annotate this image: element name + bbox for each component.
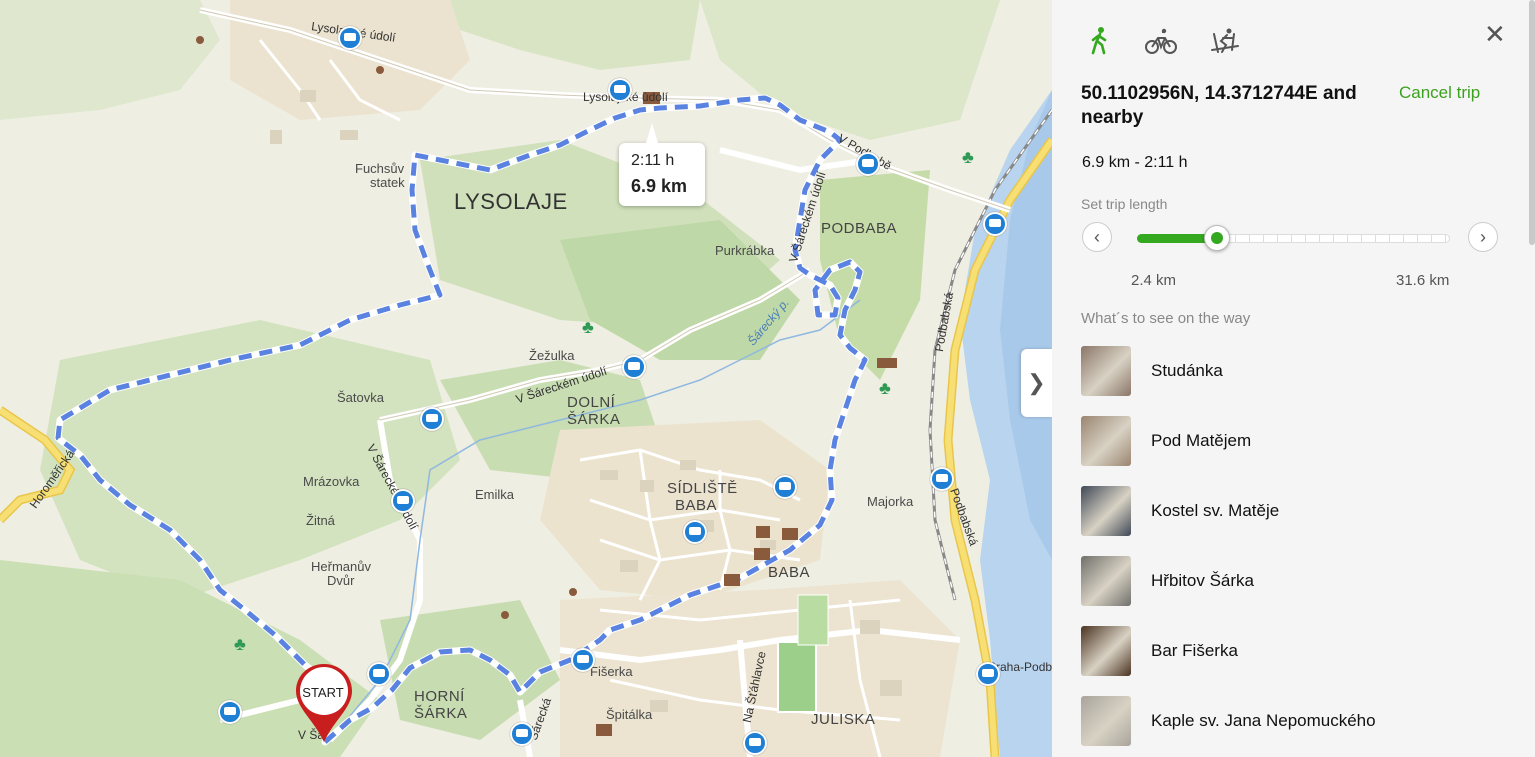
place-thumbnail: [1081, 416, 1131, 466]
poi-label-spitalka: Špitálka: [606, 707, 653, 722]
trip-summary: 6.9 km - 2:11 h: [1082, 154, 1188, 171]
ski-mode-button[interactable]: [1208, 26, 1240, 56]
place-label-dolni-sarka-2: ŠÁRKA: [567, 411, 621, 428]
place-label-lysolaje: LYSOLAJE: [454, 189, 568, 214]
place-thumbnail: [1081, 626, 1131, 676]
clover-icon[interactable]: ♣: [962, 148, 974, 166]
bus-stop-icon[interactable]: [218, 700, 242, 724]
place-label-sidliste-baba: SÍDLIŠTĚ: [667, 480, 738, 497]
close-icon: ✕: [1484, 19, 1506, 49]
place-label-dolni-sarka: DOLNÍ: [567, 394, 616, 411]
poi-label-emilka: Emilka: [475, 487, 515, 502]
walk-mode-button[interactable]: [1084, 26, 1116, 56]
tooltip-distance: 6.9 km: [631, 176, 688, 196]
place-name: Studánka: [1151, 361, 1223, 380]
start-pin-icon: [296, 664, 352, 742]
poi-label-satovka: Šatovka: [337, 390, 384, 405]
bus-stop-icon[interactable]: [683, 520, 707, 544]
slider-min-label: 2.4 km: [1131, 272, 1177, 289]
place-thumbnail: [1081, 556, 1131, 606]
bus-stop-icon[interactable]: [743, 731, 767, 755]
bus-stop-icon[interactable]: [856, 152, 880, 176]
place-thumbnail: [1081, 696, 1131, 746]
place-item[interactable]: Kostel sv. Matěje: [1081, 486, 1501, 536]
poi-label-hermanuv: Heřmanův: [311, 559, 371, 574]
bicycle-icon: [1145, 28, 1177, 54]
place-label-sidliste-baba-2: BABA: [675, 497, 718, 514]
bus-stop-icon[interactable]: [983, 212, 1007, 236]
bus-stop-icon[interactable]: [420, 407, 444, 431]
tooltip-time: 2:11 h: [631, 152, 675, 169]
start-label: START: [302, 685, 344, 700]
cancel-trip-button[interactable]: Cancel trip: [1399, 83, 1480, 103]
place-label-juliska: JULISKA: [811, 711, 876, 728]
walking-icon: [1091, 27, 1107, 55]
panel-scrollbar[interactable]: [1529, 0, 1535, 245]
poi-label-zitna: Žitná: [306, 513, 335, 528]
place-label-horni-sarka: HORNÍ: [414, 688, 465, 705]
place-item[interactable]: Hřbitov Šárka: [1081, 556, 1501, 606]
ski-icon: [1211, 28, 1239, 53]
place-name: Pod Matějem: [1151, 431, 1252, 450]
poi-label-fuchsuv: Fuchsův: [355, 161, 405, 176]
decrease-length-button[interactable]: ‹: [1082, 222, 1112, 252]
slider-max-label: 31.6 km: [1396, 272, 1450, 289]
bus-stop-icon[interactable]: [622, 355, 646, 379]
panel-toggle-button[interactable]: ❯: [1021, 349, 1052, 417]
chevron-left-icon: ‹: [1094, 227, 1100, 247]
close-button[interactable]: ✕: [1484, 21, 1506, 47]
place-item[interactable]: Bar Fišerka: [1081, 626, 1501, 676]
set-trip-length-label: Set trip length: [1081, 196, 1168, 212]
bus-stop-icon[interactable]: [930, 467, 954, 491]
bus-stop-icon[interactable]: [608, 78, 632, 102]
bus-stop-icon[interactable]: [773, 475, 797, 499]
bike-mode-button[interactable]: [1145, 26, 1177, 56]
trip-title: 50.1102956N, 14.3712744E and nearby: [1081, 83, 1357, 128]
bus-stop-icon[interactable]: [510, 722, 534, 746]
bus-stop-icon[interactable]: [571, 648, 595, 672]
start-marker[interactable]: START: [294, 662, 354, 744]
bus-stop-icon[interactable]: [367, 662, 391, 686]
place-item[interactable]: Pod Matějem: [1081, 416, 1501, 466]
poi-label-hermanuv-2: Dvůr: [327, 573, 355, 588]
clover-icon[interactable]: ♣: [879, 379, 891, 397]
poi-label-fuchsuv-2: statek: [370, 175, 405, 190]
clover-icon[interactable]: ♣: [234, 635, 246, 653]
place-thumbnail: [1081, 346, 1131, 396]
place-item[interactable]: Studánka: [1081, 346, 1501, 396]
place-thumbnail: [1081, 486, 1131, 536]
place-label-podbaba: PODBABA: [821, 220, 898, 237]
map[interactable]: LYSOLAJE PODBABA DOLNÍ ŠÁRKA SÍDLIŠTĚ BA…: [0, 0, 1052, 757]
trip-length-slider-handle[interactable]: [1204, 225, 1230, 251]
chevron-right-icon: ›: [1480, 227, 1486, 247]
whats-to-see-heading: What´s to see on the way: [1081, 310, 1251, 327]
clover-icon[interactable]: ♣: [582, 318, 594, 336]
increase-length-button[interactable]: ›: [1468, 222, 1498, 252]
poi-label-zezulka: Žežulka: [529, 348, 575, 363]
poi-label-majorka: Majorka: [867, 494, 914, 509]
poi-label-purkrabka: Purkrábka: [715, 243, 775, 258]
bus-stop-icon[interactable]: [976, 662, 1000, 686]
poi-label-mrazovka: Mrázovka: [303, 474, 360, 489]
place-item[interactable]: Kaple sv. Jana Nepomuckého: [1081, 696, 1501, 746]
bus-stop-icon[interactable]: [391, 489, 415, 513]
place-label-horni-sarka-2: ŠÁRKA: [414, 705, 468, 722]
place-name: Kaple sv. Jana Nepomuckého: [1151, 711, 1376, 730]
map-canvas[interactable]: [0, 0, 1052, 757]
place-name: Hřbitov Šárka: [1151, 571, 1254, 590]
place-name: Kostel sv. Matěje: [1151, 501, 1280, 520]
place-name: Bar Fišerka: [1151, 641, 1238, 660]
route-tooltip: 2:11 h 6.9 km: [619, 123, 705, 206]
chevron-right-icon: ❯: [1027, 370, 1046, 395]
place-label-baba: BABA: [768, 564, 811, 581]
poi-label-fiserka: Fišerka: [590, 664, 633, 679]
bus-stop-icon[interactable]: [338, 26, 362, 50]
